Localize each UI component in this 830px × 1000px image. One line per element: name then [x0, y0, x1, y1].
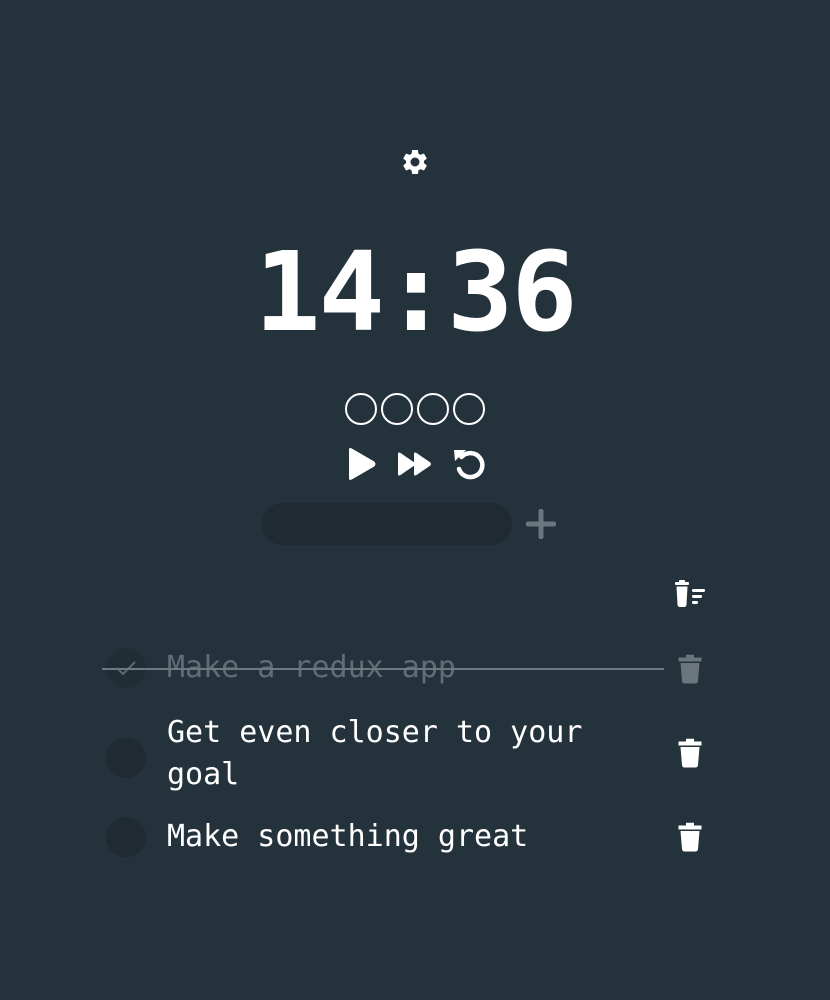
play-button[interactable] — [341, 444, 381, 484]
timer-controls — [0, 444, 830, 484]
fast-forward-icon — [398, 452, 431, 476]
add-task-row — [262, 503, 572, 545]
task-item: Make something great — [0, 807, 830, 867]
trash-icon — [678, 654, 702, 684]
round-indicator — [381, 393, 413, 425]
round-indicators — [0, 393, 830, 425]
delete-task-button[interactable] — [672, 651, 708, 687]
round-indicator — [453, 393, 485, 425]
task-label: Get even closer to your goal — [167, 715, 583, 792]
skip-button[interactable] — [395, 444, 435, 484]
task-complete-toggle[interactable] — [106, 817, 146, 857]
task-complete-toggle[interactable] — [106, 738, 146, 778]
delete-task-button[interactable] — [672, 735, 708, 771]
reset-button[interactable] — [449, 444, 489, 484]
strikethrough-line — [102, 668, 664, 670]
plus-icon — [526, 509, 556, 539]
play-icon — [349, 448, 376, 480]
round-indicator — [417, 393, 449, 425]
gear-icon — [403, 149, 427, 174]
task-item: Make a redux app — [0, 640, 830, 696]
task-label: Make something great — [167, 819, 529, 854]
clear-tasks-button[interactable] — [672, 578, 708, 610]
timer-display: 14:36 — [254, 228, 577, 356]
round-indicator — [345, 393, 377, 425]
reset-icon — [454, 450, 485, 480]
pomodoro-app: 14:36 Make a redux app Get even closer t… — [0, 0, 830, 1000]
settings-button[interactable] — [399, 146, 431, 178]
task-item: Get even closer to your goal — [0, 701, 830, 807]
trash-list-icon — [675, 580, 705, 607]
add-task-button[interactable] — [524, 507, 558, 541]
new-task-input[interactable] — [262, 503, 512, 545]
delete-task-button[interactable] — [672, 819, 708, 855]
trash-icon — [678, 738, 702, 768]
trash-icon — [678, 822, 702, 852]
task-list: Make a redux app Get even closer to your… — [0, 640, 830, 867]
